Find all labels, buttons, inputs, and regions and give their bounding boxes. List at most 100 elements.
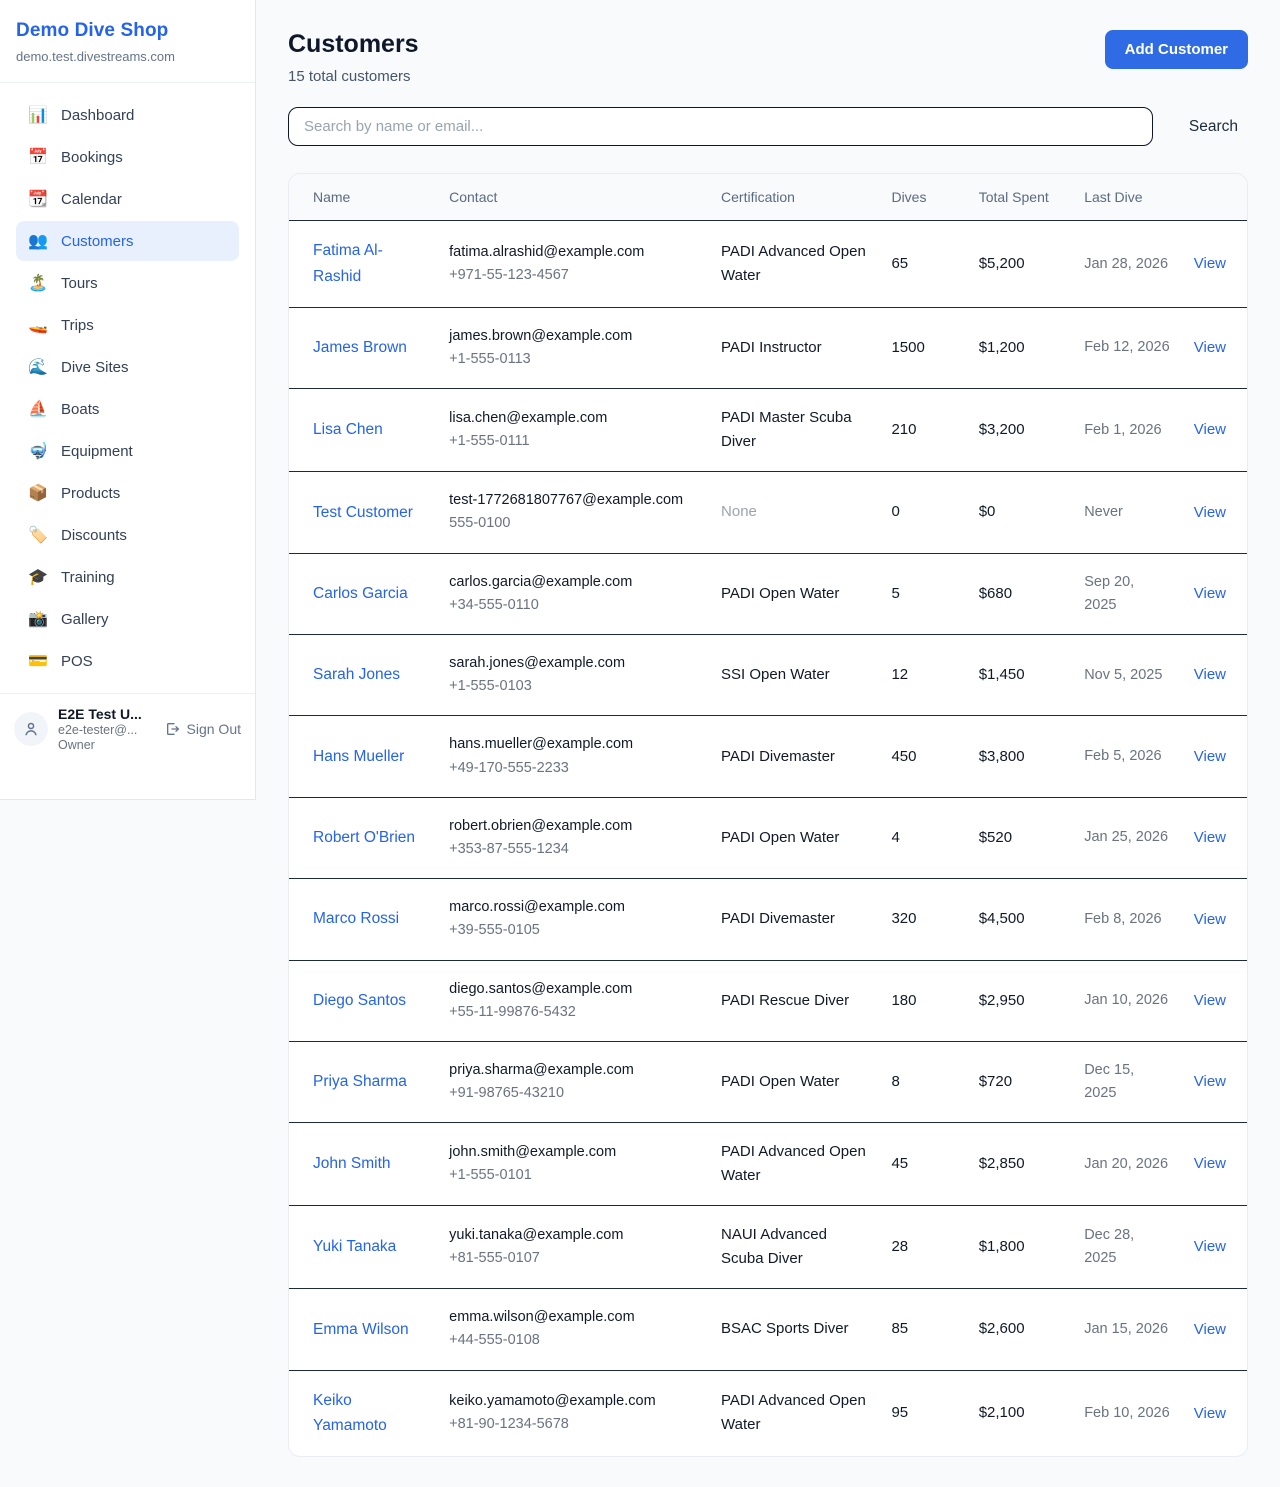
customer-certification: PADI Master Scuba Diver	[721, 406, 867, 454]
user-role: Owner	[58, 738, 150, 752]
view-customer-link[interactable]: View	[1194, 829, 1226, 846]
sidebar-item-dashboard[interactable]: 📊Dashboard	[16, 95, 239, 135]
view-customer-link[interactable]: View	[1194, 504, 1226, 521]
customer-dives: 85	[891, 1317, 954, 1341]
view-customer-link[interactable]: View	[1194, 1155, 1226, 1172]
table-row: Carlos Garciacarlos.garcia@example.com+3…	[289, 553, 1247, 634]
search-button[interactable]: Search	[1179, 110, 1248, 144]
search-input[interactable]	[288, 107, 1153, 146]
view-customer-link[interactable]: View	[1194, 339, 1226, 356]
customer-name-link[interactable]: Yuki Tanaka	[313, 1238, 396, 1255]
customer-certification: PADI Instructor	[721, 336, 867, 360]
customer-dives: 4	[891, 826, 954, 850]
customer-email: robert.obrien@example.com	[449, 815, 697, 838]
customer-name-link[interactable]: John Smith	[313, 1155, 391, 1172]
customer-certification: BSAC Sports Diver	[721, 1317, 867, 1341]
total-spent-cell: $5,200	[967, 221, 1073, 308]
people-icon: 👥	[28, 231, 48, 251]
customer-name-link[interactable]: Robert O'Brien	[313, 829, 415, 846]
customer-total-spent: $1,800	[979, 1235, 1061, 1259]
customer-name-link[interactable]: Carlos Garcia	[313, 585, 408, 602]
add-customer-button[interactable]: Add Customer	[1105, 30, 1248, 69]
column-header-total-spent: Total Spent	[967, 174, 1073, 221]
sidebar-item-products[interactable]: 📦Products	[16, 473, 239, 513]
sidebar-item-label: Tours	[61, 275, 98, 292]
sidebar-item-training[interactable]: 🎓Training	[16, 557, 239, 597]
tag-icon: 🏷️	[28, 525, 48, 545]
view-customer-link[interactable]: View	[1194, 666, 1226, 683]
sidebar-item-discounts[interactable]: 🏷️Discounts	[16, 515, 239, 555]
sidebar-item-gallery[interactable]: 📸Gallery	[16, 599, 239, 639]
dives-cell: 1500	[879, 307, 966, 388]
customer-name-link[interactable]: Lisa Chen	[313, 421, 383, 438]
sidebar-item-dive-sites[interactable]: 🌊Dive Sites	[16, 347, 239, 387]
customer-dives: 320	[891, 907, 954, 931]
sidebar-item-boats[interactable]: ⛵Boats	[16, 389, 239, 429]
name-cell: Robert O'Brien	[289, 797, 437, 878]
customer-certification: PADI Open Water	[721, 1070, 867, 1094]
view-customer-link[interactable]: View	[1194, 992, 1226, 1009]
dives-cell: 45	[879, 1123, 966, 1206]
sidebar-item-calendar[interactable]: 📆Calendar	[16, 179, 239, 219]
customer-name-link[interactable]: Priya Sharma	[313, 1073, 407, 1090]
sign-out-label: Sign Out	[187, 721, 241, 737]
total-spent-cell: $3,800	[967, 716, 1073, 797]
customers-table-card: NameContactCertificationDivesTotal Spent…	[288, 173, 1248, 1457]
customer-dives: 210	[891, 418, 954, 442]
view-customer-link[interactable]: View	[1194, 1238, 1226, 1255]
view-customer-link[interactable]: View	[1194, 585, 1226, 602]
contact-cell: priya.sharma@example.com+91-98765-43210	[437, 1041, 709, 1122]
sidebar-item-tours[interactable]: 🏝️Tours	[16, 263, 239, 303]
customer-last-dive: Jan 10, 2026	[1084, 989, 1170, 1012]
view-customer-link[interactable]: View	[1194, 911, 1226, 928]
table-row: Test Customertest-1772681807767@example.…	[289, 472, 1247, 553]
sidebar-item-customers[interactable]: 👥Customers	[16, 221, 239, 261]
action-cell: View	[1182, 553, 1247, 634]
view-customer-link[interactable]: View	[1194, 255, 1226, 272]
shop-name: Demo Dive Shop	[16, 20, 239, 42]
user-section: E2E Test U... e2e-tester@... Owner Sign …	[0, 693, 255, 768]
view-customer-link[interactable]: View	[1194, 421, 1226, 438]
customer-email: lisa.chen@example.com	[449, 407, 697, 430]
view-customer-link[interactable]: View	[1194, 748, 1226, 765]
column-header-actions	[1182, 174, 1247, 221]
action-cell: View	[1182, 1289, 1247, 1370]
customer-name-link[interactable]: Fatima Al-Rashid	[313, 242, 383, 285]
sidebar-item-trips[interactable]: 🚤 Trips	[16, 305, 239, 345]
last-dive-cell: Feb 1, 2026	[1072, 389, 1182, 472]
total-spent-cell: $4,500	[967, 879, 1073, 960]
customer-name-link[interactable]: Marco Rossi	[313, 910, 399, 927]
sidebar-item-label: Training	[61, 569, 115, 586]
customer-name-link[interactable]: Test Customer	[313, 504, 413, 521]
action-cell: View	[1182, 1123, 1247, 1206]
sidebar-item-label: Trips	[61, 317, 94, 334]
view-customer-link[interactable]: View	[1194, 1321, 1226, 1338]
name-cell: Test Customer	[289, 472, 437, 553]
last-dive-cell: Dec 28, 2025	[1072, 1206, 1182, 1289]
customer-name-link[interactable]: Diego Santos	[313, 992, 406, 1009]
customer-phone: +39-555-0105	[449, 919, 697, 942]
customer-total-spent: $2,950	[979, 989, 1061, 1013]
view-customer-link[interactable]: View	[1194, 1073, 1226, 1090]
customer-certification: PADI Advanced Open Water	[721, 1389, 867, 1437]
sign-out-button[interactable]: Sign Out	[164, 721, 241, 737]
last-dive-cell: Jan 15, 2026	[1072, 1289, 1182, 1370]
customer-last-dive: Jan 25, 2026	[1084, 826, 1170, 849]
sidebar-item-equipment[interactable]: 🤿Equipment	[16, 431, 239, 471]
customer-name-link[interactable]: Keiko Yamamoto	[313, 1392, 387, 1435]
name-cell: John Smith	[289, 1123, 437, 1206]
dives-cell: 85	[879, 1289, 966, 1370]
dives-cell: 8	[879, 1041, 966, 1122]
speedboat-icon: 🚤	[28, 315, 48, 335]
view-customer-link[interactable]: View	[1194, 1405, 1226, 1422]
customer-phone: +1-555-0111	[449, 430, 697, 453]
action-cell: View	[1182, 307, 1247, 388]
customer-name-link[interactable]: Emma Wilson	[313, 1321, 409, 1338]
customer-email: john.smith@example.com	[449, 1141, 697, 1164]
sidebar-item-bookings[interactable]: 📅Bookings	[16, 137, 239, 177]
customer-name-link[interactable]: Sarah Jones	[313, 666, 400, 683]
customer-total-spent: $3,200	[979, 418, 1061, 442]
customer-name-link[interactable]: James Brown	[313, 339, 407, 356]
sidebar-item-pos[interactable]: 💳POS	[16, 641, 239, 681]
customer-name-link[interactable]: Hans Mueller	[313, 748, 404, 765]
